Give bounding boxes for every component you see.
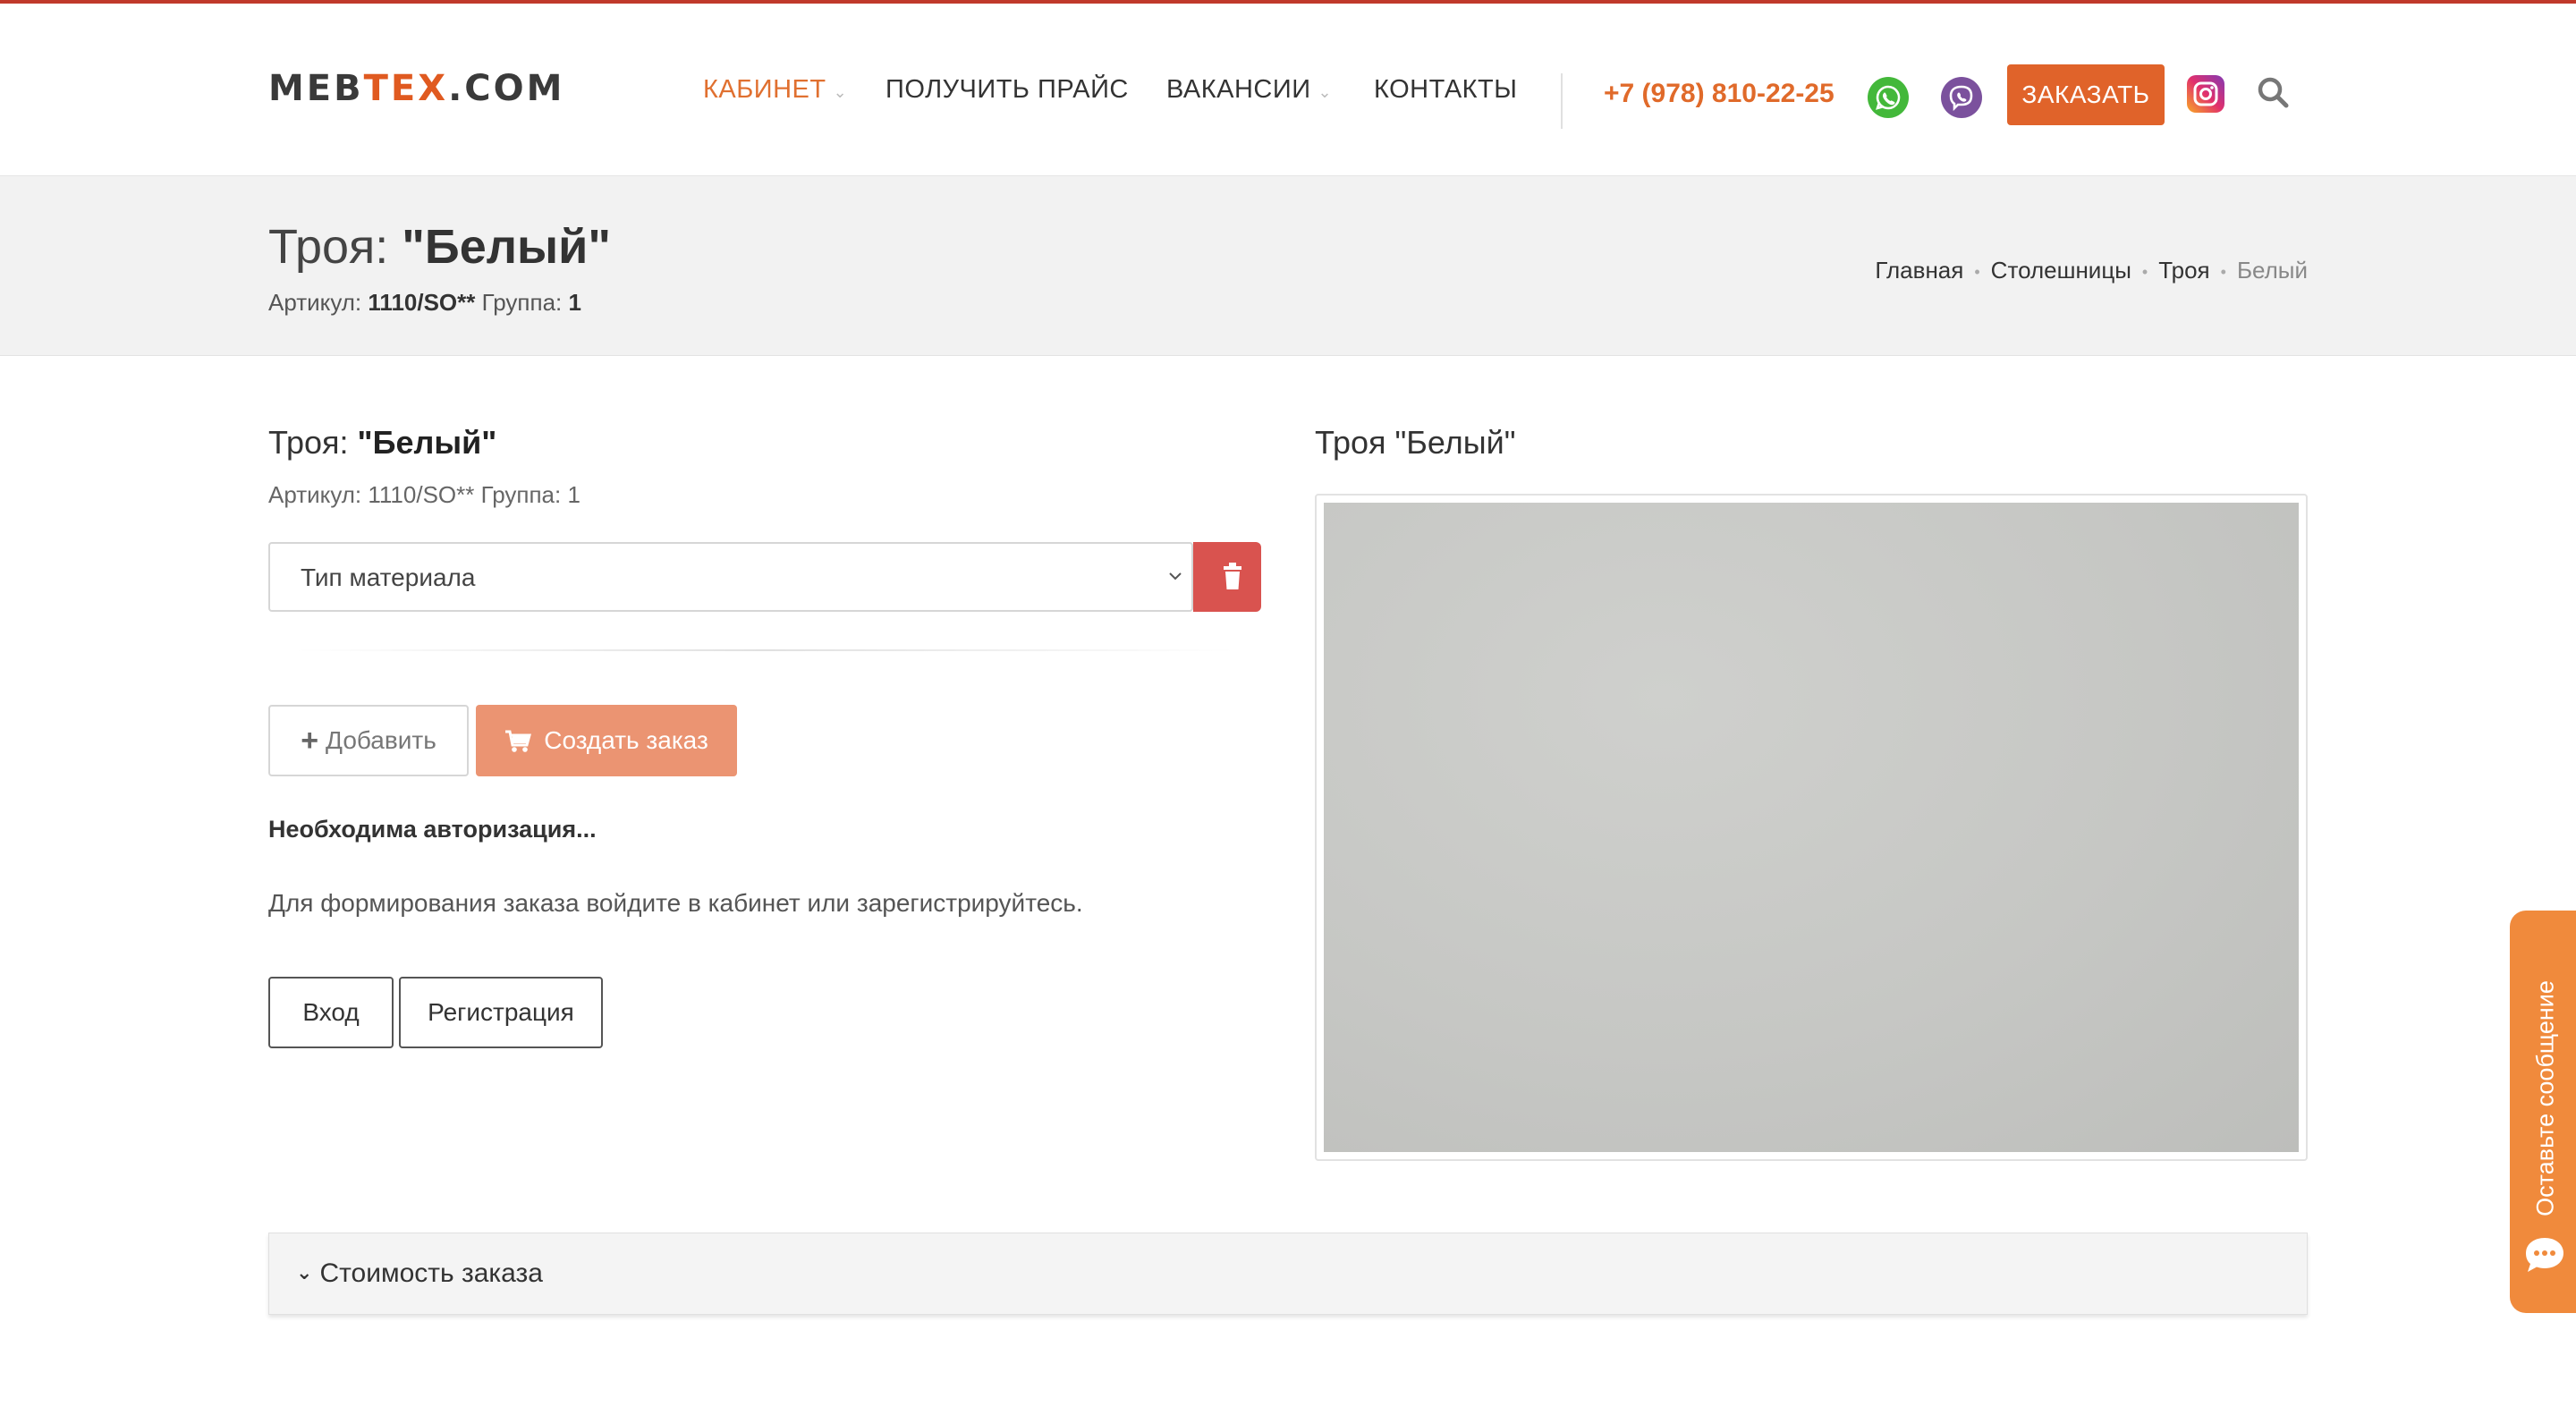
page-title: Троя: "Белый" [268,220,611,274]
chat-bubble-icon [2526,1238,2563,1272]
product-image-frame[interactable] [1315,494,2308,1161]
breadcrumb-item-countertops[interactable]: Столешницы [1991,257,2131,284]
site-header: MEBTEX.COM КАБИНЕТ ⌄ ПОЛУЧИТЬ ПРАЙС ВАКАН… [0,4,2576,176]
search-icon[interactable] [2256,75,2292,111]
nav-item-label: КАБИНЕТ [703,75,826,104]
leave-message-tab[interactable]: Оставьте сообщение [2510,911,2576,1313]
plus-icon: + [301,723,319,758]
login-button[interactable]: Вход [268,977,394,1048]
page-meta: Артикул: 1110/SO** Группа: 1 [268,289,581,316]
order-cost-panel[interactable]: ⌄ Стоимость заказа [268,1233,2308,1315]
viber-icon[interactable] [1941,77,1982,118]
nav-item-label: ВАКАНСИИ [1166,75,1311,104]
cart-icon [505,730,532,752]
material-type-select[interactable]: Тип материала [268,542,1193,612]
material-type-selected: Тип материала [301,563,476,591]
phone-link[interactable]: +7 (978) 810-22-25 [1604,79,1835,109]
whatsapp-icon[interactable] [1868,77,1909,118]
section-divider [295,649,1234,651]
nav-item-contacts[interactable]: КОНТАКТЫ [1374,75,1517,105]
auth-required-text: Для формирования заказа войдите в кабине… [268,889,1083,917]
chevron-down-icon: ⌄ [833,83,848,101]
image-title: Троя "Белый" [1315,424,1516,461]
breadcrumb-item-home[interactable]: Главная [1875,257,1963,284]
chevron-down-icon [1169,572,1182,580]
create-order-button[interactable]: Создать заказ [476,705,737,776]
nav-item-label: ПОЛУЧИТЬ ПРАЙС [886,75,1129,104]
breadcrumb-item-current: Белый [2236,257,2308,284]
breadcrumb: Главная • Столешницы • Троя • Белый [1875,257,2308,284]
order-cost-title: ⌄ Стоимость заказа [296,1258,543,1288]
chevron-down-icon: ⌄ [296,1261,313,1284]
auth-required-title: Необходима авторизация... [268,816,597,843]
breadcrumb-separator: • [2220,262,2226,281]
add-button[interactable]: + Добавить [268,705,469,776]
create-order-label: Создать заказ [544,726,708,754]
instagram-icon[interactable] [2187,75,2224,113]
chevron-down-icon: ⌄ [1318,83,1333,101]
add-button-label: Добавить [326,725,436,754]
delete-row-button[interactable] [1193,542,1261,612]
trash-icon [1224,563,1241,589]
breadcrumb-separator: • [2141,262,2148,281]
product-meta: Артикул: 1110/SO** Группа: 1 [268,481,580,508]
breadcrumb-separator: • [1974,262,1980,281]
nav-item-label: КОНТАКТЫ [1374,75,1518,104]
nav-item-get-price[interactable]: ПОЛУЧИТЬ ПРАЙС [886,75,1129,105]
site-logo[interactable]: MEBTEX.COM [268,68,564,109]
header-divider [1561,73,1563,129]
product-title: Троя: "Белый" [268,424,497,461]
breadcrumb-item-troya[interactable]: Троя [2158,257,2209,284]
page-header: Троя: "Белый" Артикул: 1110/SO** Группа:… [0,176,2576,356]
order-button[interactable]: ЗАКАЗАТЬ [2007,64,2165,125]
nav-item-cabinet[interactable]: КАБИНЕТ ⌄ [703,75,847,105]
nav-item-vacancies[interactable]: ВАКАНСИИ ⌄ [1166,75,1332,105]
leave-message-label: Оставьте сообщение [2531,980,2559,1216]
product-color-swatch [1324,503,2299,1152]
register-button[interactable]: Регистрация [399,977,603,1048]
